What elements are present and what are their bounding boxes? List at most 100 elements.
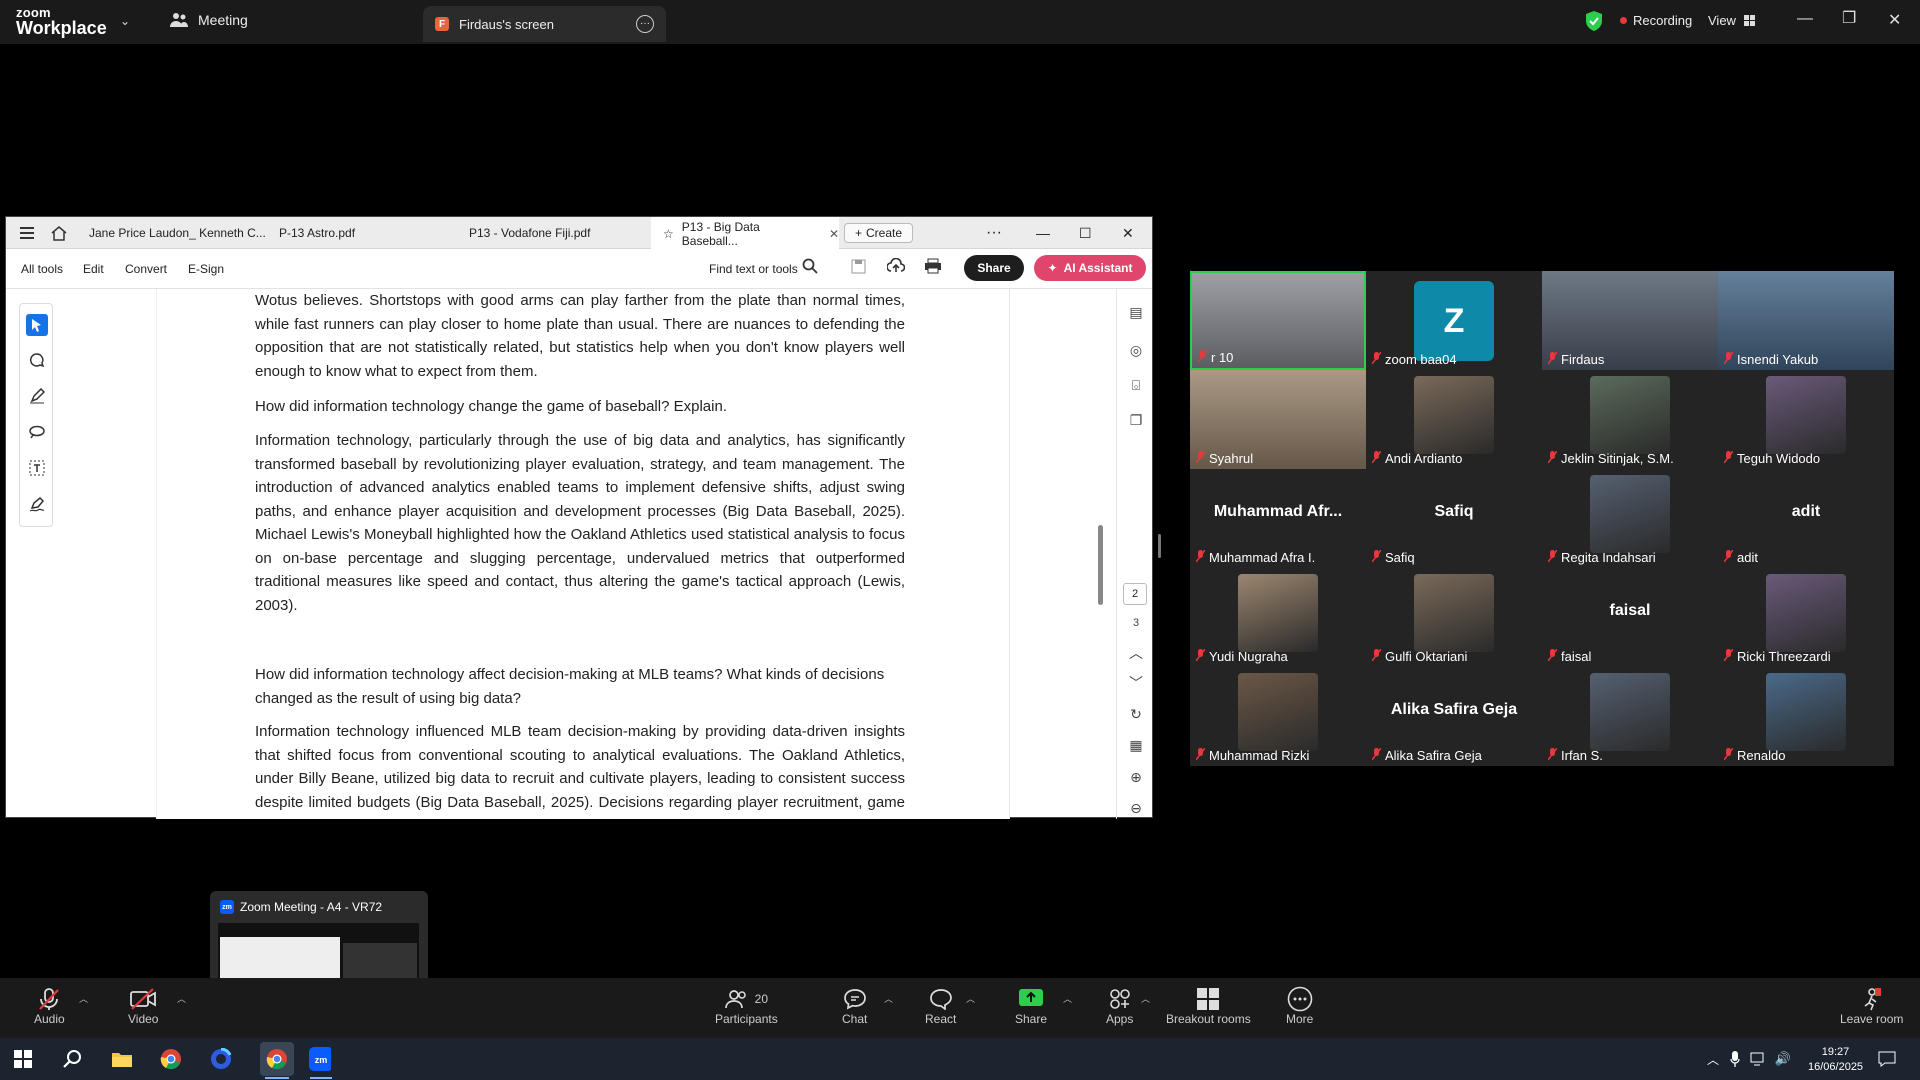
more-button[interactable]: More xyxy=(1286,986,1313,1026)
view-button[interactable]: View xyxy=(1708,13,1755,28)
minimize-icon[interactable]: — xyxy=(1036,217,1050,249)
share-screen-button[interactable]: Share xyxy=(1015,986,1047,1026)
close-icon[interactable]: ✕ xyxy=(1122,217,1134,249)
split-resize-handle[interactable] xyxy=(1158,534,1161,558)
draw-freehand-icon[interactable] xyxy=(26,421,48,443)
close-tab-icon[interactable]: ✕ xyxy=(829,227,839,241)
participant-tile[interactable]: Muhammad Rizki xyxy=(1190,667,1366,766)
video-options-caret-icon[interactable]: ︿ xyxy=(177,992,186,1005)
pdf-tab-3[interactable]: P13 - Vodafone Fiji.pdf xyxy=(469,217,590,249)
audio-button[interactable]: Audio xyxy=(34,986,65,1026)
audio-options-caret-icon[interactable]: ︿ xyxy=(79,992,88,1005)
breakout-rooms-button[interactable]: Breakout rooms xyxy=(1166,986,1251,1026)
menu-all-tools[interactable]: All tools xyxy=(21,262,63,276)
menu-e-sign[interactable]: E-Sign xyxy=(188,262,224,276)
participant-tile[interactable]: Teguh Widodo xyxy=(1718,370,1894,469)
shared-screen-tab[interactable]: F Firdaus's screen ··· xyxy=(423,6,666,42)
pdf-tab-4-active[interactable]: ☆ P13 - Big Data Baseball... ✕ xyxy=(651,217,839,249)
show-hidden-icons-caret[interactable]: ︿ xyxy=(1702,1048,1724,1070)
add-comment-icon[interactable] xyxy=(26,349,48,371)
star-icon[interactable]: ☆ xyxy=(663,227,674,241)
pdf-tab-1[interactable]: Jane Price Laudon_ Kenneth C... xyxy=(89,217,266,249)
restore-icon[interactable]: ❐ xyxy=(1842,8,1856,28)
chevron-down-icon[interactable]: ﹀ xyxy=(1127,674,1145,692)
pdf-document-page[interactable]: Wotus believes. Shortstops with good arm… xyxy=(156,289,1010,819)
upload-cloud-icon[interactable] xyxy=(886,257,906,277)
ai-assistant-button[interactable]: ✦ AI Assistant xyxy=(1034,255,1146,281)
notifications-icon[interactable] xyxy=(1876,1048,1898,1070)
participant-tile[interactable]: Syahrul xyxy=(1190,370,1366,469)
video-button[interactable]: Video xyxy=(128,986,158,1026)
chevron-up-icon[interactable]: ︿ xyxy=(1127,644,1145,662)
chat-bubble-icon[interactable]: ◎ xyxy=(1127,341,1145,359)
recording-indicator[interactable]: Recording xyxy=(1620,13,1692,28)
pdf-tab-2[interactable]: P-13 Astro.pdf xyxy=(279,217,355,249)
share-options-caret-icon[interactable]: ︿ xyxy=(1063,992,1072,1005)
chrome-active-icon[interactable] xyxy=(260,1042,294,1076)
chrome-icon[interactable] xyxy=(160,1048,182,1070)
participant-tile[interactable]: adit adit xyxy=(1718,469,1894,568)
chevron-down-icon[interactable]: ⌄ xyxy=(120,14,130,28)
microphone-tray-icon[interactable] xyxy=(1724,1048,1746,1070)
react-button[interactable]: React xyxy=(925,986,956,1026)
participant-tile[interactable]: Zzoom baa04 xyxy=(1366,271,1542,370)
zoom-taskbar-icon[interactable]: zm xyxy=(309,1047,331,1071)
bookmark-icon[interactable]: ⌺ xyxy=(1127,376,1145,394)
page-icon[interactable]: ▦ xyxy=(1127,736,1145,754)
network-icon[interactable] xyxy=(1748,1048,1770,1070)
participant-tile[interactable]: Andi Ardianto xyxy=(1366,370,1542,469)
print-icon[interactable] xyxy=(924,258,942,277)
search-icon[interactable] xyxy=(61,1048,83,1070)
page-number-current[interactable]: 2 xyxy=(1123,583,1147,605)
home-icon[interactable] xyxy=(51,217,67,249)
hamburger-menu-icon[interactable] xyxy=(20,217,34,249)
windows-start-icon[interactable] xyxy=(12,1048,34,1070)
fill-sign-icon[interactable] xyxy=(26,493,48,515)
comment-panel-icon[interactable]: ▤ xyxy=(1127,303,1145,321)
more-options-icon[interactable]: ··· xyxy=(986,217,1002,249)
zoom-out-icon[interactable]: ⊖ xyxy=(1127,799,1145,817)
close-icon[interactable]: ✕ xyxy=(1888,10,1901,30)
react-options-caret-icon[interactable]: ︿ xyxy=(966,992,975,1005)
participant-tile[interactable]: Safiq Safiq xyxy=(1366,469,1542,568)
text-box-icon[interactable] xyxy=(26,457,48,479)
zoom-in-icon[interactable]: ⊕ xyxy=(1127,768,1145,786)
search-icon[interactable] xyxy=(802,258,818,277)
apps-options-caret-icon[interactable]: ︿ xyxy=(1141,992,1150,1005)
minimize-icon[interactable]: — xyxy=(1797,10,1813,28)
encryption-shield-icon[interactable] xyxy=(1585,11,1603,31)
chat-options-caret-icon[interactable]: ︿ xyxy=(884,992,893,1005)
participant-tile[interactable]: Alika Safira Geja Alika Safira Geja xyxy=(1366,667,1542,766)
file-explorer-icon[interactable] xyxy=(111,1048,133,1070)
participant-tile[interactable]: Regita Indahsari xyxy=(1542,469,1718,568)
participant-tile[interactable]: Gulfi Oktariani xyxy=(1366,568,1542,667)
participants-button[interactable]: 20 Participants xyxy=(715,986,778,1026)
participant-tile[interactable]: faisal faisal xyxy=(1542,568,1718,667)
menu-convert[interactable]: Convert xyxy=(125,262,167,276)
menu-edit[interactable]: Edit xyxy=(83,262,104,276)
share-button[interactable]: Share xyxy=(964,255,1024,281)
participant-tile[interactable]: Ricki Threezardi xyxy=(1718,568,1894,667)
vertical-scrollbar[interactable] xyxy=(1098,525,1103,605)
more-options-icon[interactable]: ··· xyxy=(636,15,654,33)
find-text-or-tools[interactable]: Find text or tools xyxy=(709,262,798,276)
zoom-workplace-logo[interactable]: zoom Workplace xyxy=(16,6,107,37)
system-clock[interactable]: 19:27 16/06/2025 xyxy=(1808,1045,1863,1075)
participant-tile[interactable]: Renaldo xyxy=(1718,667,1894,766)
create-tab-button[interactable]: + Create xyxy=(844,223,914,243)
apps-button[interactable]: Apps xyxy=(1106,986,1133,1026)
highlight-pen-icon[interactable] xyxy=(26,385,48,407)
volume-icon[interactable]: 🔊 xyxy=(1772,1048,1794,1070)
save-icon[interactable] xyxy=(851,259,866,277)
participant-tile[interactable]: Yudi Nugraha xyxy=(1190,568,1366,667)
browser-icon[interactable] xyxy=(210,1048,232,1070)
page-number-next[interactable]: 3 xyxy=(1127,614,1145,632)
participant-tile[interactable]: Jeklin Sitinjak, S.M. xyxy=(1542,370,1718,469)
select-cursor-icon[interactable] xyxy=(26,314,48,336)
chat-button[interactable]: Chat xyxy=(842,986,867,1026)
participant-tile[interactable]: Irfan S. xyxy=(1542,667,1718,766)
participant-tile[interactable]: Isnendi Yakub xyxy=(1718,271,1894,370)
leave-room-button[interactable]: Leave room xyxy=(1840,986,1903,1026)
maximize-icon[interactable]: ☐ xyxy=(1079,217,1092,249)
refresh-icon[interactable]: ↻ xyxy=(1127,705,1145,723)
